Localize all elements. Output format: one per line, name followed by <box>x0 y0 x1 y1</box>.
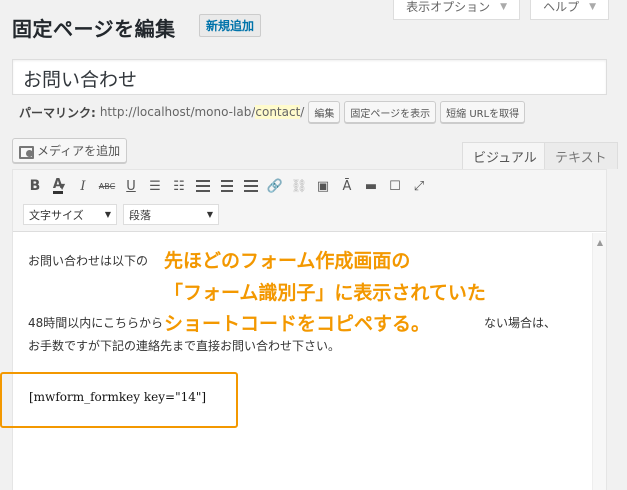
content-line-3[interactable]: お手数ですが下記の連絡先まで直接お問い合わせ下さい。 <box>28 337 340 354</box>
add-media-label: メディアを追加 <box>37 144 121 158</box>
align-left-icon[interactable] <box>191 176 215 196</box>
caret-down-icon: ▼ <box>589 1 596 12</box>
align-center-icon[interactable] <box>215 176 239 196</box>
view-page-button[interactable]: 固定ページを表示 <box>344 101 437 123</box>
screen-options-label: 表示オプション <box>406 0 491 14</box>
align-left-glyph <box>196 180 210 192</box>
fullscreen-icon[interactable]: ⤢ <box>407 176 431 196</box>
page-title: 固定ページを編集 <box>12 17 176 41</box>
italic-icon[interactable]: I <box>71 176 95 196</box>
strikethrough-icon[interactable]: ABC <box>95 176 119 196</box>
underline-icon[interactable]: U <box>119 176 143 196</box>
content-line-1[interactable]: お問い合わせは以下の <box>28 252 148 269</box>
content-line-2a[interactable]: 48時間以内にこちらから <box>28 314 163 331</box>
format-select[interactable]: 段落 ▼ <box>123 204 219 225</box>
annotation-line-1: 先ほどのフォーム作成画面の <box>164 250 411 272</box>
shortcode-text[interactable]: [mwform_formkey key="14"] <box>29 390 206 404</box>
screen-options-tab[interactable]: 表示オプション ▼ <box>393 0 521 20</box>
bullet-list-icon[interactable]: ☰ <box>143 176 167 196</box>
align-right-icon[interactable] <box>239 176 263 196</box>
tab-visual[interactable]: ビジュアル <box>462 142 548 169</box>
permalink-slug: contact <box>255 105 301 119</box>
text-color-button[interactable]: A ▼ <box>47 176 71 196</box>
align-center-glyph <box>221 180 233 192</box>
add-media-button[interactable]: メディアを追加 <box>12 138 128 163</box>
edit-permalink-button[interactable]: 編集 <box>308 101 341 123</box>
numbered-list-icon[interactable]: ☷ <box>167 176 191 196</box>
caret-down-icon: ▼ <box>206 210 213 219</box>
caret-down-icon: ▼ <box>58 181 66 191</box>
post-title-input[interactable]: お問い合わせ <box>12 59 607 95</box>
help-tab[interactable]: ヘルプ ▼ <box>530 0 609 20</box>
permalink-label: パーマリンク: <box>19 105 96 120</box>
caret-down-icon: ▼ <box>104 210 111 219</box>
font-size-value: 文字サイズ <box>29 208 84 222</box>
font-size-select[interactable]: 文字サイズ ▼ <box>23 204 117 225</box>
horizontal-rule-icon[interactable]: ▬ <box>359 176 383 196</box>
screen-meta-tabs: 表示オプション ▼ ヘルプ ▼ <box>393 0 609 20</box>
get-shortlink-button[interactable]: 短縮 URLを取得 <box>440 101 526 123</box>
unlink-icon[interactable]: ⛓ <box>287 176 311 196</box>
caret-down-icon: ▼ <box>500 1 508 12</box>
align-right-glyph <box>244 180 258 192</box>
content-line-2b[interactable]: ない場合は、 <box>484 314 556 331</box>
format-value: 段落 <box>129 208 151 222</box>
insert-media-icon[interactable]: ▣ <box>311 176 335 196</box>
help-label: ヘルプ <box>543 0 580 14</box>
permalink-base: http://localhost/mono-lab/ <box>99 105 256 119</box>
media-icon <box>19 144 34 159</box>
permalink-bar: パーマリンク: http://localhost/mono-lab/contac… <box>19 101 526 123</box>
page-break-icon[interactable]: ☐ <box>383 176 407 196</box>
link-icon[interactable]: 🔗 <box>263 176 287 196</box>
editor-scrollbar[interactable] <box>592 233 606 490</box>
bold-icon[interactable]: B <box>23 176 47 196</box>
permalink-trailing: / <box>300 105 305 119</box>
scroll-up-icon[interactable]: ▲ <box>597 238 603 247</box>
add-new-button[interactable]: 新規追加 <box>199 14 262 37</box>
annotation-line-2: 「フォーム識別子」に表示されていた <box>164 282 486 304</box>
format-icon[interactable]: Ā <box>335 176 359 196</box>
permalink-url[interactable]: http://localhost/mono-lab/contact/ <box>99 105 305 119</box>
editor-toolbar: B A ▼ I ABC U ☰ ☷ 🔗 ⛓ ▣ Ā ▬ ☐ ⤢ 文字サイズ ▼ 段… <box>13 170 606 232</box>
tab-text[interactable]: テキスト <box>544 142 618 169</box>
annotation-line-3: ショートコードをコピペする。 <box>164 313 431 335</box>
